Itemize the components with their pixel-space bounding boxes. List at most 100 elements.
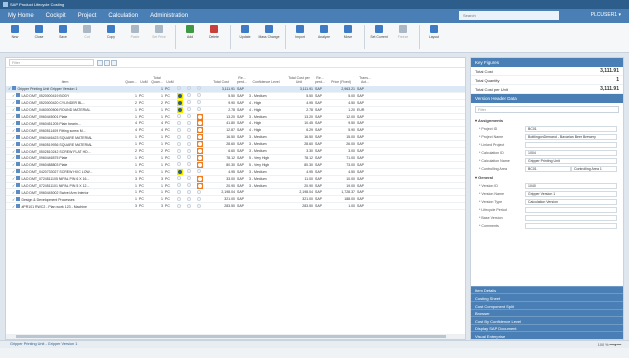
panel-section-costing-sheet[interactable]: Costing Sheet <box>471 293 623 302</box>
table-row[interactable]: ✓ Design & Development Processes 1 PC 1 PC 32… <box>6 196 465 204</box>
search-input[interactable]: Search <box>459 11 559 20</box>
toolbar-button-close[interactable]: Close <box>28 25 50 50</box>
table-row[interactable]: ✓ LAO DMT_0460000506 ROUND MATERIAL 1 PC 1 P… <box>6 106 465 114</box>
property-extra: Controlling Area 1 <box>571 166 617 172</box>
toolbar-button-save[interactable]: Save <box>52 25 74 50</box>
toolbar-button-copy[interactable]: Copy <box>100 25 122 50</box>
property-value[interactable]: 1040 <box>525 183 617 189</box>
table-row[interactable]: ✓ #PR101 RWC2 - Plan work 123 - Machine 3… <box>6 203 465 211</box>
toolbar-button-set-current[interactable]: Set Current <box>368 25 390 50</box>
column-header[interactable]: Trans... Act... <box>356 76 374 84</box>
table-cell: SAP <box>357 190 365 195</box>
property-value[interactable]: 1004 <box>525 150 617 156</box>
settings-icon[interactable] <box>111 59 117 66</box>
property-value[interactable] <box>525 207 617 213</box>
table-row[interactable]: ✓ LAO DMT_0724511101 NIPAL PIN 5 X 12...… <box>6 182 465 190</box>
table-row[interactable]: ✓ LAO DMT_0520000420 CYLINDER BL... 2 PC 2 P… <box>6 99 465 107</box>
table-row[interactable]: ✓ LAO DMT_0960445002 Swivel Arm Interior… <box>6 189 465 197</box>
toolbar-button-import[interactable]: Import <box>289 25 311 50</box>
toolbar-button-cut[interactable]: Cut <box>76 25 98 50</box>
table-row[interactable]: ✓ LAO DMT_0960511409 Fitting screw M... 4… <box>6 127 465 135</box>
table-row[interactable]: ✓ LAO DMT_0520000419 BODY 1 PC 1 PC 5.50 SAP 3 … <box>6 92 465 100</box>
property-value[interactable] <box>525 215 617 221</box>
open-calculation-tab[interactable]: Gripper Printing Unit - Gripper Version … <box>10 342 77 346</box>
panel-section-cost-by-confidence-level[interactable]: Cost By Confidence Level <box>471 316 623 324</box>
property-value[interactable]: BC01 <box>525 166 571 172</box>
panel-section-item-details[interactable]: Item Details <box>471 285 623 294</box>
grid-filter-input[interactable]: Filter <box>9 59 94 66</box>
table-cell: SAP <box>315 176 323 181</box>
toolbar-button-new[interactable]: New <box>4 25 26 50</box>
property-value[interactable]: BC01 <box>525 126 617 132</box>
status-orange-icon <box>197 154 203 161</box>
column-header[interactable]: Price (Fixed) <box>326 80 356 84</box>
property-value[interactable]: Gripper Version 1 <box>525 191 617 197</box>
column-header[interactable]: Quan... <box>124 80 138 84</box>
table-row[interactable]: ✓ LAO DMT_0960488803 Plate 1 PC 1 PC 80.30 SAP… <box>6 161 465 169</box>
menu-item-cockpit[interactable]: Cockpit <box>46 13 66 19</box>
key-figures-header[interactable]: Key Figures <box>471 58 623 67</box>
table-cell: SAP <box>357 162 365 167</box>
panel-section-cost-component-split[interactable]: Cost Component Split <box>471 301 623 309</box>
property-value[interactable] <box>525 223 617 229</box>
property-row: * Linked Project <box>471 141 623 149</box>
column-header[interactable]: Re... perd... <box>236 76 248 84</box>
column-header[interactable]: Total Cost per Unit <box>284 76 314 84</box>
search-icon[interactable] <box>97 59 103 66</box>
menu-item-calculation[interactable]: Calculation <box>108 13 138 19</box>
toolbar-button-move[interactable]: Move <box>337 25 359 50</box>
panel-section-display-sap-document[interactable]: Display SAP Document <box>471 323 623 332</box>
property-value[interactable]: BottlingonDemand - Bavarian Beer Brewery <box>525 134 617 140</box>
column-header[interactable]: Total Cost <box>206 80 236 84</box>
table-row[interactable]: ✓ Gripper Printing Unit Gripper Version … <box>6 86 465 93</box>
toolbar-button-mass-change[interactable]: Mass Change <box>258 25 280 50</box>
column-header[interactable]: UoM <box>164 80 176 84</box>
property-value[interactable]: Calculation Version <box>525 199 617 205</box>
property-value[interactable] <box>525 142 617 148</box>
table-row[interactable]: ✓ LAO DMT_0960445001 Plate 1 PC 1 PC 13.20 SAP… <box>6 113 465 121</box>
panel-section-browser[interactable]: Browser <box>471 308 623 317</box>
table-cell: 1 <box>161 162 163 167</box>
header-filter-input[interactable]: Filter <box>475 106 619 113</box>
table-row[interactable]: ✓ LAO DMT_0420733027 SCREW HXC LOW... 1 PC… <box>6 168 465 176</box>
toolbar-button-update[interactable]: Update <box>234 25 256 50</box>
menu-item-my-home[interactable]: My Home <box>8 13 34 19</box>
table-cell: PC <box>165 86 170 91</box>
column-header[interactable]: Confidence Level <box>248 80 284 84</box>
general-section[interactable]: ▾ General <box>471 173 623 182</box>
table-row[interactable]: ✓ LAO DMT_0502810242 SCREW FLAT HD... 2 PC… <box>6 148 465 155</box>
toolbar-button-paste[interactable]: Paste <box>124 25 146 50</box>
table-row[interactable]: ✓ LAO DMT_0960451205 Plain bearin... 4 PC 4… <box>6 120 465 128</box>
table-cell: 10.45 <box>304 121 313 126</box>
zoom-level[interactable]: 100 % ━━●━━ <box>598 342 621 347</box>
table-cell: 1 <box>135 162 137 167</box>
table-row[interactable]: ✓ LAO DMT_0960446575 Plate 1 PC 1 PC 78.12 SAP… <box>6 154 465 162</box>
table-cell: SAP <box>357 86 365 91</box>
user-menu[interactable]: PLCUSER1 ▾ <box>591 12 621 18</box>
table-cell: PC <box>139 162 144 167</box>
panel-section-visual-enterprise[interactable]: Visual Enterprise <box>471 331 623 339</box>
toolbar-button-freeze[interactable]: Freeze <box>392 25 414 50</box>
horizontal-scrollbar[interactable] <box>6 334 465 339</box>
table-row[interactable]: ✓ LAO DMT_0960446423 SQUARE MATERIAL 1 PC 1… <box>6 134 465 142</box>
toolbar-button-delete[interactable]: Delete <box>203 25 225 50</box>
column-header[interactable]: Re... perd... <box>314 76 326 84</box>
toolbar-button-add[interactable]: Add <box>179 25 201 50</box>
menu-item-administration[interactable]: Administration <box>150 13 188 19</box>
toolbar-button-set-price[interactable]: Set Price <box>148 25 170 50</box>
version-header-data-header[interactable]: Version Header Data <box>471 94 623 103</box>
columns-icon[interactable] <box>104 59 110 66</box>
column-header[interactable]: UoM <box>138 80 150 84</box>
item-description: LAO DMT_0420733027 SCREW HXC LOW... <box>20 170 93 175</box>
column-header[interactable]: Total Quan... <box>150 76 164 84</box>
table-row[interactable]: ✓ LAO DMT_0960519936 SQUARE MATERIAL 1 PC 1… <box>6 141 465 149</box>
menu-item-project[interactable]: Project <box>78 13 97 19</box>
column-header[interactable]: Item <box>6 80 124 84</box>
toolbar-button-analyze[interactable]: Analyze <box>313 25 335 50</box>
table-row[interactable]: ✓ LAO DMT_0724511105 NIPAL PIN 6 X 16...… <box>6 175 465 183</box>
assignments-section[interactable]: ▾ Assignments <box>471 116 623 125</box>
toolbar-button-layout[interactable]: Layout <box>423 25 445 50</box>
property-value[interactable]: Gripper Printing Unit <box>525 158 617 164</box>
scrollbar-thumb[interactable] <box>16 335 446 338</box>
table-cell: PC <box>139 204 144 209</box>
